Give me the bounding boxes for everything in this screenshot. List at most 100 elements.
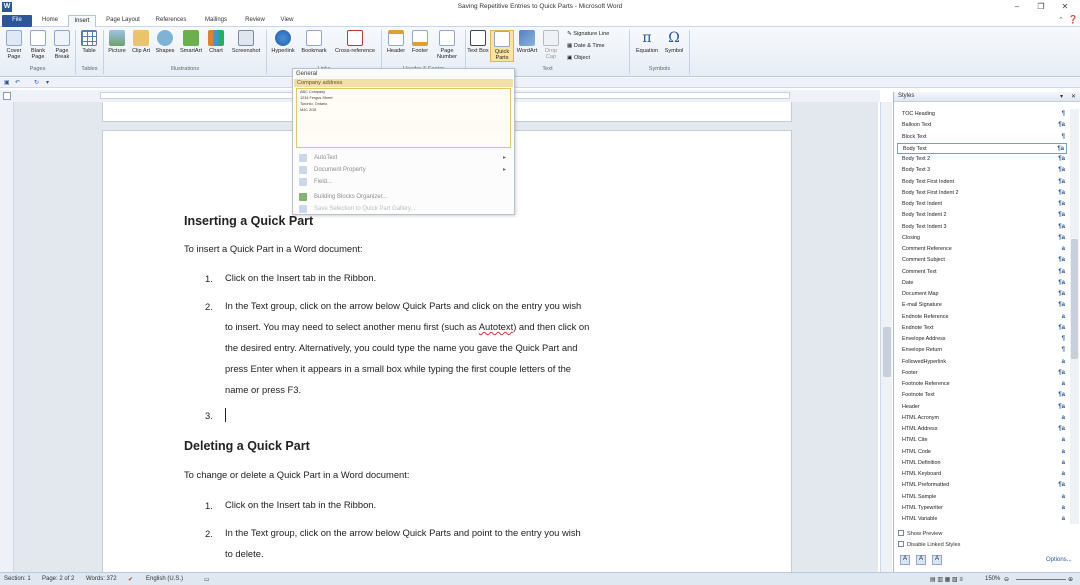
style-item[interactable]: TOC Heading ¶	[897, 109, 1067, 120]
tab-view[interactable]: View	[274, 15, 300, 27]
tab-file[interactable]: File	[2, 15, 32, 27]
quick-part-entry-company-address[interactable]: ABC Company 1234 Fergus Street Toronto, …	[296, 88, 511, 148]
ribbon-collapse-icon[interactable]: ⌃	[1058, 16, 1064, 24]
object-button[interactable]: ▣ Object	[567, 55, 590, 61]
style-item[interactable]: HTML Definition a	[897, 458, 1067, 469]
style-item[interactable]: HTML Cite a	[897, 435, 1067, 446]
style-item[interactable]: Header ¶a	[897, 402, 1067, 413]
style-item[interactable]: Body Text Indent 3 ¶a	[897, 222, 1067, 233]
style-item[interactable]: Comment Reference a	[897, 244, 1067, 255]
style-item[interactable]: Body Text 2 ¶a	[897, 154, 1067, 165]
status-words[interactable]: Words: 372	[86, 576, 117, 582]
picture-button[interactable]: Picture	[106, 30, 128, 54]
style-item[interactable]: HTML Acronym a	[897, 413, 1067, 424]
style-item[interactable]: HTML Preformatted ¶a	[897, 480, 1067, 491]
undo-icon[interactable]: ↶	[15, 79, 20, 86]
style-item[interactable]: Block Text ¶	[897, 132, 1067, 143]
customize-qat-icon[interactable]: ▾	[46, 79, 49, 86]
menu-item-field[interactable]: Field...	[296, 176, 512, 188]
show-preview-checkbox[interactable]: Show Preview	[898, 530, 942, 537]
shapes-button[interactable]: Shapes	[153, 30, 177, 54]
style-inspector-icon[interactable]: A	[916, 555, 926, 565]
tab-review[interactable]: Review	[239, 15, 271, 27]
tab-mailings[interactable]: Mailings	[197, 15, 235, 27]
tab-page-layout[interactable]: Page Layout	[101, 15, 145, 27]
status-page[interactable]: Page: 2 of 2	[42, 576, 74, 582]
clip-art-button[interactable]: Clip Art	[130, 30, 152, 54]
menu-item-document-property[interactable]: Document Property ▸	[296, 164, 512, 176]
pane-options-icon[interactable]: ▾	[1060, 93, 1063, 100]
style-item[interactable]: Closing ¶a	[897, 233, 1067, 244]
date-time-button[interactable]: ▦ Date & Time	[567, 43, 605, 49]
quick-parts-button[interactable]: Quick Parts	[490, 30, 514, 62]
symbol-button[interactable]: Ω Symbol	[662, 30, 686, 54]
style-item[interactable]: Document Map ¶a	[897, 289, 1067, 300]
style-item[interactable]: HTML Keyboard a	[897, 469, 1067, 480]
style-item[interactable]: Date ¶a	[897, 278, 1067, 289]
scrollbar-thumb[interactable]	[883, 327, 891, 377]
style-item[interactable]: Footnote Reference a	[897, 379, 1067, 390]
page-break-button[interactable]: Page Break	[51, 30, 73, 60]
style-item[interactable]: Endnote Text ¶a	[897, 323, 1067, 334]
close-pane-icon[interactable]: ✕	[1071, 93, 1076, 100]
drop-cap-button[interactable]: Drop Cap	[540, 30, 562, 60]
style-item[interactable]: Endnote Reference a	[897, 312, 1067, 323]
disable-linked-styles-checkbox[interactable]: Disable Linked Styles	[898, 541, 960, 548]
signature-line-button[interactable]: ✎ Signature Line	[567, 31, 609, 37]
style-item[interactable]: HTML Sample a	[897, 492, 1067, 503]
vertical-ruler[interactable]	[0, 102, 14, 572]
tab-selector-icon[interactable]	[3, 92, 11, 100]
style-item[interactable]: HTML Typewriter a	[897, 503, 1067, 514]
style-item[interactable]: HTML Code a	[897, 447, 1067, 458]
screenshot-button[interactable]: Screenshot	[228, 30, 264, 54]
zoom-out-icon[interactable]: ⊖	[1004, 576, 1009, 583]
style-item[interactable]: Footnote Text ¶a	[897, 390, 1067, 401]
style-item[interactable]: HTML Address ¶a	[897, 424, 1067, 435]
macro-icon[interactable]: ▭	[204, 576, 210, 583]
style-item[interactable]: Comment Text ¶a	[897, 267, 1067, 278]
spelling-flag[interactable]: Autotext	[479, 321, 513, 332]
blank-page-button[interactable]: Blank Page	[27, 30, 49, 60]
close-button[interactable]: ✕	[1054, 2, 1076, 11]
style-item[interactable]: Body Text First Indent ¶a	[897, 177, 1067, 188]
styles-scrollbar-thumb[interactable]	[1071, 239, 1078, 359]
cover-page-button[interactable]: Cover Page	[3, 30, 25, 60]
text-box-button[interactable]: Text Box	[467, 30, 489, 54]
style-item[interactable]: FollowedHyperlink a	[897, 357, 1067, 368]
style-item[interactable]: Body Text First Indent 2 ¶a	[897, 188, 1067, 199]
zoom-in-icon[interactable]: ⊕	[1068, 576, 1073, 583]
style-item[interactable]: Body Text 3 ¶a	[897, 165, 1067, 176]
style-item[interactable]: E-mail Signature ¶a	[897, 300, 1067, 311]
redo-icon[interactable]: ↻	[34, 79, 39, 86]
minimize-button[interactable]: –	[1006, 2, 1028, 11]
smartart-button[interactable]: SmartArt	[178, 30, 204, 54]
equation-button[interactable]: π Equation	[632, 30, 662, 54]
status-language[interactable]: English (U.S.)	[146, 576, 183, 582]
table-button[interactable]: Table	[78, 30, 100, 54]
zoom-level[interactable]: 150%	[985, 576, 1000, 582]
status-section[interactable]: Section: 1	[4, 576, 31, 582]
options-link[interactable]: Options...	[1046, 557, 1072, 563]
proofing-icon[interactable]: ✔	[128, 576, 133, 583]
chart-button[interactable]: Chart	[205, 30, 227, 54]
page-number-button[interactable]: Page Number	[432, 30, 462, 60]
restore-button[interactable]: ❐	[1030, 2, 1052, 11]
help-icon[interactable]: ❓	[1068, 15, 1078, 24]
manage-styles-icon[interactable]: A	[932, 555, 942, 565]
styles-scrollbar[interactable]	[1070, 109, 1079, 524]
style-item[interactable]: Body Text Indent 2 ¶a	[897, 210, 1067, 221]
save-icon[interactable]: ▣	[4, 79, 10, 86]
menu-item-autotext[interactable]: AutoText ▸	[296, 152, 512, 164]
style-item[interactable]: HTML Variable a	[897, 514, 1067, 525]
view-buttons[interactable]: ▤ ▥ ▦ ▧ ≡	[930, 576, 963, 583]
zoom-slider[interactable]	[1016, 579, 1066, 580]
menu-item-building-blocks-organizer[interactable]: Building Blocks Organizer...	[296, 191, 512, 203]
style-item[interactable]: Body Text ¶a	[897, 142, 1067, 154]
header-button[interactable]: Header	[384, 30, 408, 54]
style-item[interactable]: Comment Subject ¶a	[897, 255, 1067, 266]
document-scrollbar[interactable]	[880, 102, 892, 572]
style-item[interactable]: Envelope Return ¶	[897, 345, 1067, 356]
cross-reference-button[interactable]: Cross-reference	[332, 30, 378, 54]
wordart-button[interactable]: WordArt	[515, 30, 539, 54]
tab-references[interactable]: References	[149, 15, 193, 27]
